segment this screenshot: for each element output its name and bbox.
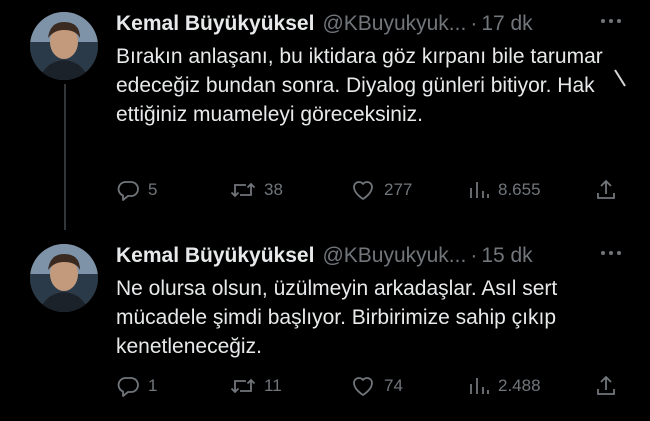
like-button[interactable]: 74 [350, 372, 403, 400]
separator-dot: · [470, 12, 478, 35]
reply-icon [117, 377, 139, 397]
separator-dot: · [470, 244, 478, 267]
heart-icon [353, 181, 373, 200]
avatar[interactable] [30, 244, 98, 312]
tweet[interactable]: Kemal Büyükyüksel @KBuyukyuk... · 15 dk … [0, 232, 650, 421]
more-horizontal-icon[interactable] [594, 10, 628, 36]
tweet-actions: 5 38 277 8.655 [116, 176, 626, 204]
more-horizontal-icon[interactable] [594, 242, 628, 268]
repost-button[interactable]: 38 [230, 176, 283, 204]
thread-line [64, 84, 66, 230]
tweet-header: Kemal Büyükyüksel @KBuyukyuk... · 15 dk [116, 242, 586, 270]
like-button[interactable]: 277 [350, 176, 412, 204]
share-button[interactable] [594, 372, 626, 400]
reply-button[interactable]: 1 [116, 372, 157, 400]
views-button[interactable]: 8.655 [468, 176, 541, 204]
tweet-header: Kemal Büyükyüksel @KBuyukyuk... · 17 dk [116, 10, 586, 38]
heart-icon [353, 377, 373, 396]
share-button[interactable] [594, 176, 626, 204]
share-icon [597, 179, 615, 199]
like-count: 74 [384, 376, 403, 395]
author-handle[interactable]: @KBuyukyuk... [322, 244, 466, 268]
repost-icon [230, 182, 256, 198]
views-chart-icon [470, 182, 489, 198]
reply-icon [117, 181, 139, 201]
tweet-actions: 1 11 74 2.488 [116, 372, 626, 400]
timestamp[interactable]: 15 dk [481, 244, 532, 268]
like-count: 277 [384, 180, 413, 199]
view-count: 8.655 [498, 180, 541, 199]
stray-mark [614, 69, 626, 87]
reply-count: 5 [148, 180, 158, 199]
tweet-text: Ne olursa olsun, üzülmeyin arkadaşlar. A… [116, 277, 558, 358]
author-name[interactable]: Kemal Büyükyüksel [116, 12, 314, 36]
tweet-text: Bırakın anlaşanı, bu iktidara göz kırpan… [116, 45, 603, 126]
timestamp[interactable]: 17 dk [481, 12, 532, 36]
repost-count: 11 [264, 376, 282, 395]
share-icon [597, 375, 615, 395]
views-chart-icon [470, 378, 489, 394]
avatar[interactable] [30, 12, 98, 80]
view-count: 2.488 [498, 376, 541, 395]
author-handle[interactable]: @KBuyukyuk... [322, 12, 466, 36]
repost-count: 38 [264, 180, 283, 199]
views-button[interactable]: 2.488 [468, 372, 541, 400]
repost-button[interactable]: 11 [230, 372, 282, 400]
reply-button[interactable]: 5 [116, 176, 157, 204]
reply-count: 1 [148, 376, 158, 395]
author-name[interactable]: Kemal Büyükyüksel [116, 244, 314, 268]
repost-icon [230, 378, 256, 394]
tweet[interactable]: Kemal Büyükyüksel @KBuyukyuk... · 17 dk … [0, 0, 650, 232]
